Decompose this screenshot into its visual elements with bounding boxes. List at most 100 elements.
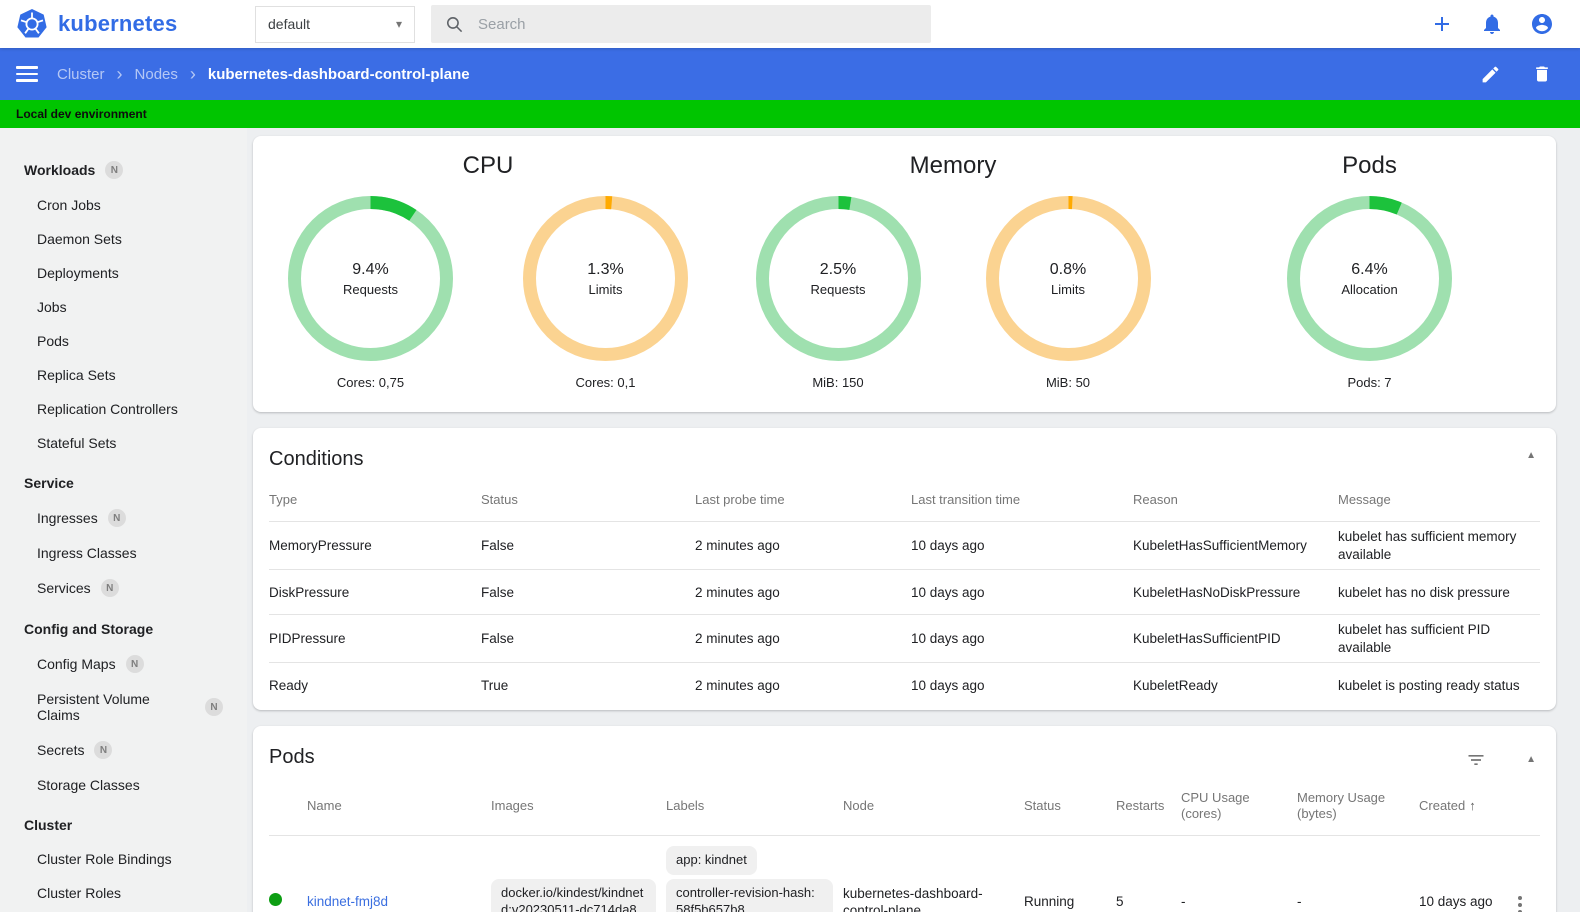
conditions-cell-last-probe-time: 2 minutes ago [695, 569, 911, 616]
sidebar-item-pods[interactable]: Pods [0, 324, 247, 358]
row-menu-kebab-icon[interactable] [1514, 892, 1526, 912]
pods-header-label: Status [1024, 798, 1061, 814]
sidebar-item-persistent-volume-claims[interactable]: Persistent Volume Claims N [0, 682, 247, 732]
memory-limits-donut: 0.8% Limits MiB: 50 [953, 196, 1183, 390]
new-badge: N [125, 655, 144, 673]
sidebar-item-deployments[interactable]: Deployments [0, 256, 247, 290]
pods-header-label: Images [491, 798, 534, 814]
pod-status-cell [269, 836, 307, 912]
table-row: PIDPressure False 2 minutes ago 10 days ago… [269, 614, 1540, 664]
sidebar-item-jobs[interactable]: Jobs [0, 290, 247, 324]
sidebar-section-cluster[interactable]: Cluster [0, 808, 247, 842]
pods-header-label: Memory Usage (bytes) [1297, 789, 1386, 822]
sidebar-item-label: Daemon Sets [37, 231, 122, 247]
conditions-collapse-icon[interactable]: ▲ [1526, 450, 1536, 461]
create-resource-button[interactable] [1430, 12, 1454, 36]
sidebar-item-cluster-role-bindings[interactable]: Cluster Role Bindings [0, 842, 247, 876]
sidebar-item-label: Replica Sets [37, 367, 116, 383]
search-input[interactable] [478, 15, 917, 33]
conditions-cell-last-transition-time: 10 days ago [911, 614, 1133, 664]
sidebar-item-stateful-sets[interactable]: Stateful Sets [0, 426, 247, 460]
sidebar-item-services[interactable]: Services N [0, 570, 247, 606]
pods-header-label: Created [1419, 798, 1466, 814]
sidebar-item-replica-sets[interactable]: Replica Sets [0, 358, 247, 392]
conditions-cell-reason: KubeletHasSufficientPID [1133, 614, 1338, 664]
kubernetes-logo[interactable]: kubernetes [0, 8, 247, 40]
search-bar[interactable] [431, 5, 931, 43]
pods-allocation-donut-label: 6.4% Allocation [1287, 196, 1452, 361]
delete-trash-icon[interactable] [1530, 62, 1554, 86]
pods-collapse-icon[interactable]: ▲ [1526, 754, 1536, 765]
sidebar-item-ingress-classes[interactable]: Ingress Classes [0, 536, 247, 570]
namespace-value: default [268, 16, 311, 32]
conditions-header-message: Message [1338, 479, 1540, 523]
conditions-cell-type: Ready [269, 677, 309, 693]
sidebar-item-config-maps[interactable]: Config Maps N [0, 646, 247, 682]
allocation-group-memory: Memory 2.5% Requests MiB: 150 0.8% Limits MiB:… [723, 148, 1183, 390]
conditions-cell-type: PIDPressure [269, 614, 481, 664]
memory-limits-donut-chart: 0.8% Limits [985, 196, 1151, 361]
filter-icon[interactable] [1464, 748, 1488, 772]
sidebar-item-label: Jobs [37, 299, 67, 315]
pods-header-created[interactable]: Created ↑ [1419, 776, 1514, 837]
pod-name-link[interactable]: kindnet-fmj8d [307, 894, 388, 909]
image-chip: docker.io/kindest/kindnetd:v20230511-dc7… [491, 879, 656, 912]
pod-labels-cell: app: kindnet controller-revision-hash: 58… [666, 836, 843, 912]
account-profile-icon[interactable] [1530, 12, 1554, 36]
cpu-requests-donut-chart: 9.4% Requests [288, 196, 453, 361]
pods-allocation-sublabel: Allocation [1341, 281, 1398, 297]
namespace-selector[interactable]: default ▾ [255, 5, 415, 43]
conditions-cell-last-transition-time: 10 days ago [911, 521, 1133, 571]
pods-header-row: Name Images Labels Node Status Restarts CPU Us… [269, 776, 1540, 837]
pods-header-cpu-usage-cores: CPU Usage (cores) [1181, 776, 1297, 837]
sidebar-item-cron-jobs[interactable]: Cron Jobs [0, 188, 247, 222]
sidebar-item-label: Config Maps [37, 656, 116, 672]
chevron-right-icon: › [189, 64, 196, 84]
memory-requests-donut-label: 2.5% Requests [756, 196, 921, 361]
sort-ascending-icon: ↑ [1469, 798, 1476, 814]
label-chip: app: kindnet [666, 846, 757, 876]
allocation-group-cpu: CPU 9.4% Requests Cores: 0,75 1.3% Limits Core… [253, 148, 723, 390]
sidebar-section-config-and-storage[interactable]: Config and Storage [0, 612, 247, 646]
sidebar-item-cluster-roles[interactable]: Cluster Roles [0, 876, 247, 910]
allocation-group-pods: Pods 6.4% Allocation Pods: 7 [1183, 148, 1556, 390]
conditions-header-type: Type [269, 479, 481, 523]
edit-pencil-icon[interactable] [1478, 62, 1502, 86]
chevron-down-icon: ▾ [395, 17, 402, 31]
pods-body: kindnet-fmj8d docker.io/kindest/kindnetd:… [269, 836, 1540, 912]
sidebar-item-label: Cluster Role Bindings [37, 851, 172, 867]
pods-header-restarts: Restarts [1116, 776, 1181, 837]
sidebar-item-label: Deployments [37, 265, 119, 281]
allocation-donut-row: 9.4% Requests Cores: 0,75 1.3% Limits Cores: … [253, 196, 723, 390]
breadcrumb-item-cluster[interactable]: Cluster [57, 66, 105, 83]
table-row: MemoryPressure False 2 minutes ago 10 days … [269, 521, 1540, 571]
pods-allocation-donut-chart: 6.4% Allocation [1287, 196, 1452, 361]
sidebar-section-workloads[interactable]: Workloads N [0, 152, 247, 188]
environment-banner-text: Local dev environment [16, 107, 147, 121]
sidebar-item-storage-classes[interactable]: Storage Classes [0, 768, 247, 802]
memory-requests-donut-chart: 2.5% Requests [755, 196, 921, 361]
table-row: Ready True 2 minutes ago 10 days ago Kubelet… [269, 663, 1540, 708]
sidebar-item-daemon-sets[interactable]: Daemon Sets [0, 222, 247, 256]
label-chip-row: controller-revision-hash: 58f5b657b8 [666, 879, 833, 912]
menu-hamburger-icon[interactable] [16, 66, 38, 82]
conditions-cell-last-probe-time: 2 minutes ago [695, 614, 911, 664]
new-badge: N [94, 741, 113, 759]
sidebar-item-replication-controllers[interactable]: Replication Controllers [0, 392, 247, 426]
conditions-header-status: Status [481, 479, 695, 523]
sidebar-item-label: Cluster Roles [37, 885, 122, 901]
sidebar-item-ingresses[interactable]: Ingresses N [0, 500, 247, 536]
sidebar-item-secrets[interactable]: Secrets N [0, 732, 247, 768]
notifications-bell-icon[interactable] [1480, 12, 1504, 36]
sidebar-item-label: Replication Controllers [37, 401, 178, 417]
label-chip: controller-revision-hash: 58f5b657b8 [666, 879, 833, 912]
conditions-body: MemoryPressure False 2 minutes ago 10 days … [269, 521, 1540, 708]
memory-limits-donut-label: 0.8% Limits [986, 196, 1151, 361]
breadcrumb-item-nodes[interactable]: Nodes [135, 66, 178, 83]
pods-title: Pods [269, 745, 315, 768]
conditions-cell-last-transition-time: 10 days ago [911, 569, 1133, 616]
conditions-cell-reason: KubeletHasNoDiskPressure [1133, 569, 1338, 616]
cpu-limits-donut: 1.3% Limits Cores: 0,1 [488, 196, 723, 390]
sidebar-section-service[interactable]: Service [0, 466, 247, 500]
cpu-limits-percent: 1.3% [587, 260, 624, 278]
